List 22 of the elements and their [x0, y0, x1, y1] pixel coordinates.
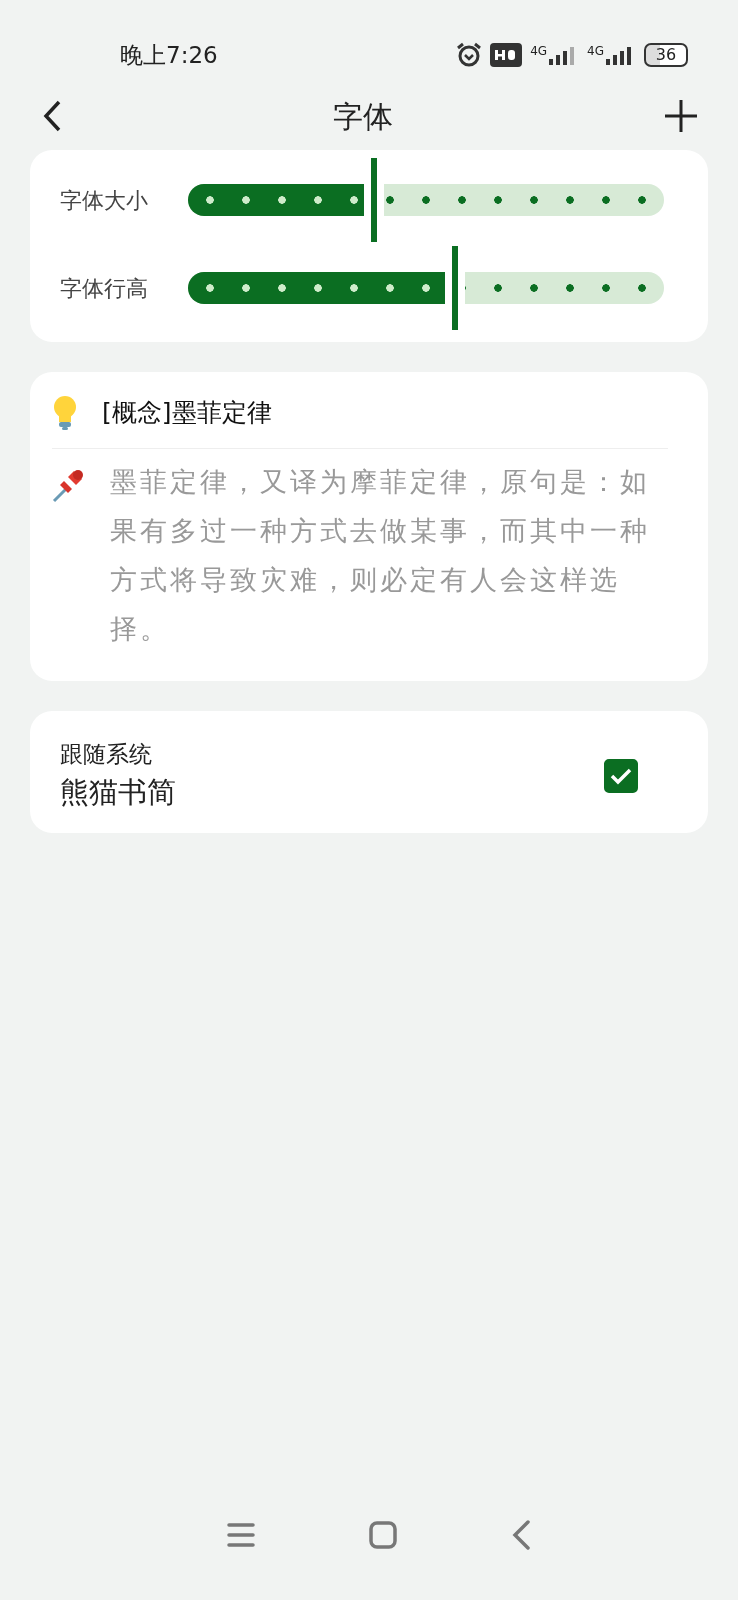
font-name: 熊猫书简	[60, 774, 176, 811]
network-label: 4G	[530, 45, 548, 57]
menu-icon[interactable]	[227, 1522, 255, 1548]
slider-track[interactable]	[188, 184, 664, 216]
battery-indicator: 36	[644, 43, 688, 67]
page-title: 字体	[333, 97, 393, 136]
preview-title: [概念]墨菲定律	[102, 397, 272, 429]
option-caption: 跟随系统	[60, 739, 153, 769]
preview-paragraph: 墨菲定律，又译为摩菲定律，原句是：如果有多过一种方式去做某事，而其中一种方式将导致灾难，则必定有人会这样选择。	[110, 464, 651, 646]
hd-icon	[490, 43, 523, 67]
network-label: 4G	[587, 45, 604, 57]
check-icon	[610, 766, 632, 785]
slider-track[interactable]	[188, 272, 664, 304]
slider-label: 字体行高	[60, 274, 149, 303]
home-icon[interactable]	[369, 1521, 397, 1549]
slider-label: 字体大小	[60, 186, 149, 215]
back-icon[interactable]	[42, 100, 62, 132]
status-time: 晚上7:26	[120, 40, 218, 70]
checkbox[interactable]	[604, 758, 638, 793]
add-icon[interactable]	[664, 99, 698, 133]
alarm-icon	[456, 42, 483, 68]
lightbulb-icon	[52, 394, 78, 431]
